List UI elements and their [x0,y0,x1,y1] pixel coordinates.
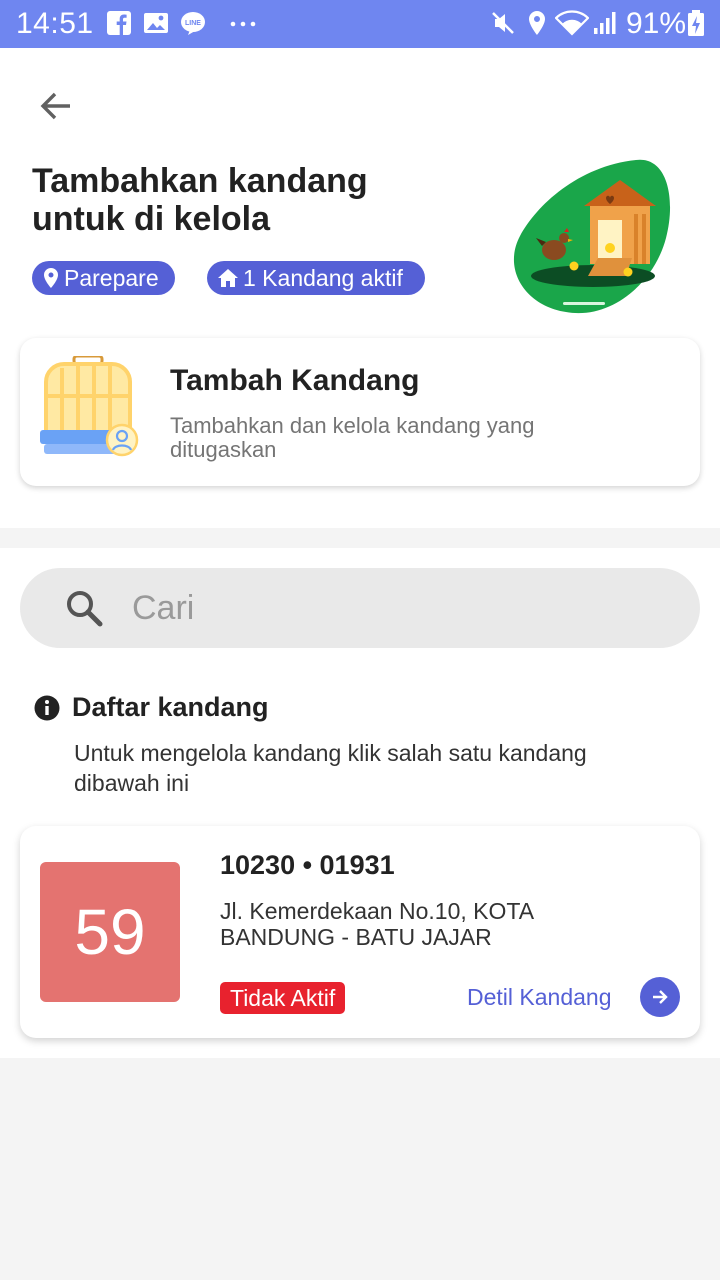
home-icon [218,269,238,287]
active-coop-chip-label: 1 Kandang aktif [243,264,403,291]
line-icon: LINE [181,12,205,35]
arrow-left-icon [40,92,70,120]
more-dots-icon [230,21,256,27]
location-chip: Parepare [32,261,175,295]
coop-address: Jl. Kemerdekaan No.10, KOTA BANDUNG - BA… [220,898,533,950]
search-bar[interactable] [20,568,700,648]
coop-age-box: 59 [40,862,180,1002]
add-coop-title: Tambah Kandang [170,364,420,397]
list-title: Daftar kandang [72,692,269,722]
detail-coop-button[interactable] [640,977,680,1017]
mute-icon [492,12,514,34]
coop-list-section: Daftar kandang Untuk mengelola kandang k… [0,548,720,1058]
status-bar: 14:51 LINE 91% [0,0,720,48]
location-icon [529,11,545,35]
list-header: Daftar kandang [34,692,269,723]
add-coop-card[interactable]: Tambah Kandang Tambahkan dan kelola kand… [20,338,700,486]
svg-text:LINE: LINE [185,20,201,27]
back-button[interactable] [30,80,82,132]
detail-coop-link[interactable]: Detil Kandang [467,984,612,1011]
search-icon [67,591,103,627]
gallery-icon [144,13,168,33]
coop-id: 10230 • 01931 [220,850,395,880]
chicken-coop-illustration [513,159,671,314]
status-time: 14:51 [16,7,94,40]
wifi-icon [555,10,589,36]
battery-level: 91% [626,7,687,40]
info-icon [34,695,60,720]
active-coop-chip: 1 Kandang aktif [207,261,425,295]
list-description: Untuk mengelola kandang klik salah satu … [74,740,587,796]
status-badge: Tidak Aktif [220,982,346,1014]
battery-icon [688,10,704,36]
add-coop-description: Tambahkan dan kelola kandang yang dituga… [170,413,535,462]
signal-icon [594,12,616,34]
location-pin-icon [44,268,58,288]
cage-icon [40,356,139,457]
page-title: Tambahkan kandang untuk di kelola [32,162,368,238]
facebook-icon [107,11,131,35]
coop-card[interactable]: 59 10230 • 01931 Jl. Kemerdekaan No.10, … [20,826,700,1038]
search-input[interactable] [132,582,652,634]
header-section: Tambahkan kandang untuk di kelola Parepa… [0,48,720,528]
location-chip-label: Parepare [64,264,159,291]
arrow-right-icon [653,990,668,1004]
